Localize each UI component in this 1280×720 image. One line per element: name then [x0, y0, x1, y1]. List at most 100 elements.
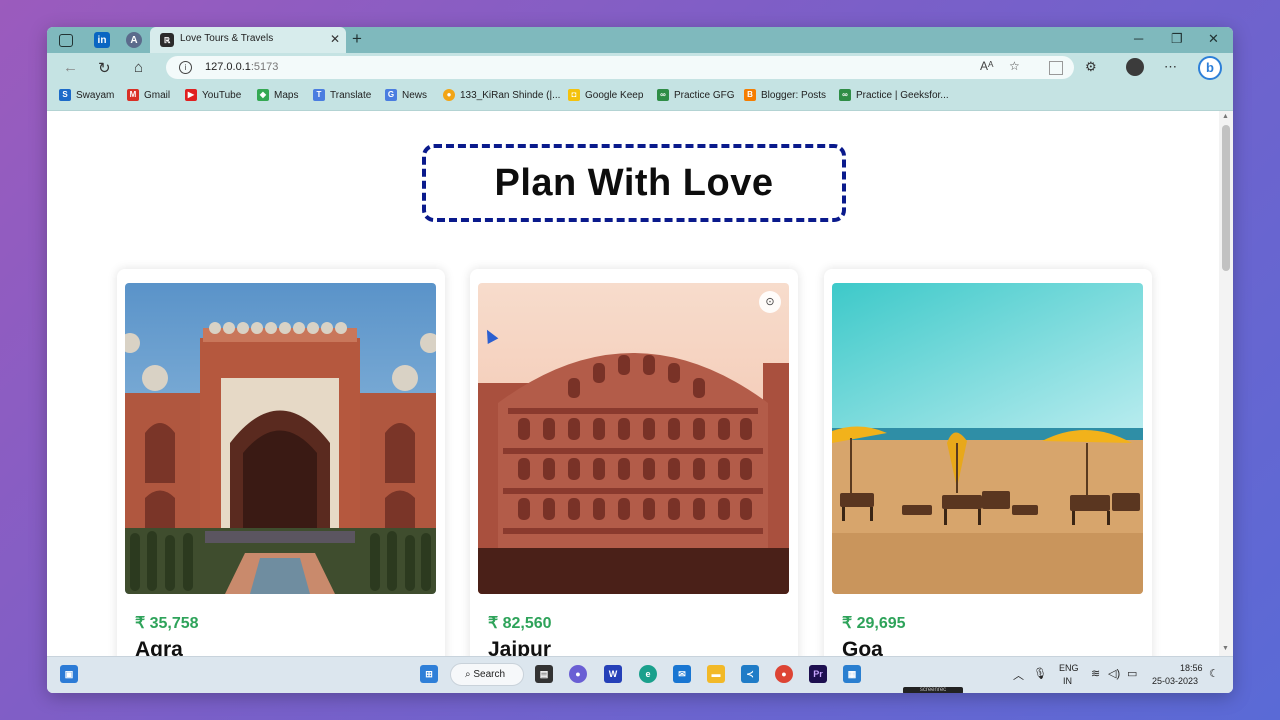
bookmark-practice-gfg[interactable]: ∞ Practice GFG	[657, 89, 735, 101]
bookmark-translate[interactable]: T Translate	[313, 89, 371, 101]
close-tab-icon[interactable]: ✕	[330, 32, 340, 46]
bookmark-maps[interactable]: ◆ Maps	[257, 89, 298, 101]
taj-gate-image	[125, 283, 436, 594]
battery-icon[interactable]: ▭	[1127, 667, 1137, 680]
page-content: Plan With Love ₹ 35,758 Agra ⊙ ₹ 82,560 …	[47, 111, 1219, 656]
tab-favicon-icon: ℝ	[160, 33, 174, 47]
whiteboard-icon[interactable]: W	[604, 665, 622, 683]
swayam-icon: S	[59, 89, 71, 101]
bookmark-blogger[interactable]: B Blogger: Posts	[744, 89, 826, 101]
tour-image-goa	[832, 283, 1143, 594]
tour-card-agra[interactable]: ₹ 35,758 Agra	[117, 269, 445, 656]
task-view-icon[interactable]: ▤	[535, 665, 553, 683]
bookmark-google-keep[interactable]: ◘ Google Keep	[568, 89, 643, 101]
language-indicator-bottom[interactable]: IN	[1063, 676, 1072, 686]
bookmark-label: Maps	[274, 89, 299, 101]
site-info-icon[interactable]: i	[179, 61, 192, 74]
extensions-icon[interactable]: ⚙	[1085, 59, 1097, 75]
premiere-icon[interactable]: Pr	[809, 665, 827, 683]
address-bar[interactable]: i 127.0.0.1:5173 Aᴬ ☆	[166, 56, 1074, 79]
kiran-icon: ●	[443, 89, 455, 101]
gmail-icon: M	[127, 89, 139, 101]
bookmark-label: Blogger: Posts	[761, 89, 827, 101]
pinned-tab-icon[interactable]: A	[126, 32, 142, 48]
minimize-icon[interactable]: ─	[1134, 31, 1143, 46]
scroll-thumb[interactable]	[1222, 125, 1230, 271]
gfg-icon: ∞	[657, 89, 669, 101]
tour-image-jaipur: ⊙	[478, 283, 789, 594]
chat-icon[interactable]: ●	[569, 665, 587, 683]
screenrec-badge: screenrec	[903, 687, 963, 693]
linkedin-tab-icon[interactable]: in	[94, 32, 110, 48]
collections-icon[interactable]	[1049, 61, 1063, 75]
bookmark-news[interactable]: G News	[385, 89, 427, 101]
url-port: :5173	[250, 61, 279, 73]
profile-avatar[interactable]	[1126, 58, 1144, 76]
bookmark-gmail[interactable]: M Gmail	[127, 89, 170, 101]
file-explorer-icon[interactable]: ▬	[707, 665, 725, 683]
microphone-icon[interactable]: 🎙	[1033, 667, 1047, 680]
bookmark-label: News	[402, 89, 428, 101]
youtube-icon: ▶	[185, 89, 197, 101]
favorite-star-icon[interactable]: ☆	[1009, 59, 1020, 73]
clock-time[interactable]: 18:56	[1180, 663, 1203, 673]
back-icon[interactable]: ←	[63, 59, 78, 76]
google-keep-icon: ◘	[568, 89, 580, 101]
tab-love-tours[interactable]: ℝ Love Tours & Travels ✕	[150, 27, 346, 53]
visual-search-icon[interactable]: ⊙	[759, 291, 781, 313]
url-host: 127.0.0.1	[205, 61, 251, 73]
sidebar-toggle-icon[interactable]	[59, 34, 73, 47]
restore-icon[interactable]: ❐	[1171, 31, 1183, 47]
bookmark-label: 133_KiRan Shinde (|...	[460, 89, 561, 101]
scroll-down-icon[interactable]: ▼	[1222, 645, 1229, 652]
bookmark-kiran[interactable]: ● 133_KiRan Shinde (|...	[443, 89, 560, 101]
tour-price: ₹ 82,560	[488, 615, 552, 632]
browser-window: in A ℝ Love Tours & Travels ✕ + ─ ❐ ✕ ← …	[47, 27, 1233, 693]
bookmark-label: YouTube	[202, 89, 242, 101]
more-menu-icon[interactable]: ⋯	[1164, 59, 1177, 75]
gfg-icon: ∞	[839, 89, 851, 101]
bookmark-practice-geeksfor[interactable]: ∞ Practice | Geeksfor...	[839, 89, 949, 101]
vscode-icon[interactable]: ≺	[741, 665, 759, 683]
taskbar-search[interactable]: ⌕ Search	[450, 663, 524, 686]
close-window-icon[interactable]: ✕	[1208, 31, 1219, 47]
url-text[interactable]: 127.0.0.1:5173	[205, 61, 278, 73]
notification-moon-icon[interactable]: ☾	[1209, 667, 1219, 680]
read-aloud-icon[interactable]: Aᴬ	[980, 59, 993, 73]
bookmark-label: Google Keep	[585, 89, 644, 101]
tray-chevron-icon[interactable]: ︿	[1013, 667, 1024, 683]
tour-price: ₹ 35,758	[135, 615, 199, 632]
tour-card-jaipur[interactable]: ⊙ ₹ 82,560 Jaipur	[470, 269, 798, 656]
blogger-icon: B	[744, 89, 756, 101]
chrome-icon[interactable]: ●	[775, 665, 793, 683]
tour-price: ₹ 29,695	[842, 615, 906, 632]
clock-date[interactable]: 25-03-2023	[1152, 676, 1198, 686]
tour-city: Agra	[135, 638, 183, 656]
scroll-up-icon[interactable]: ▲	[1222, 113, 1229, 120]
refresh-icon[interactable]: ↻	[98, 59, 111, 77]
bookmark-youtube[interactable]: ▶ YouTube	[185, 89, 241, 101]
store-icon[interactable]: ▦	[843, 665, 861, 683]
page-scrollbar[interactable]: ▲ ▼	[1219, 111, 1233, 656]
bookmark-label: Gmail	[144, 89, 171, 101]
bookmark-label: Practice GFG	[674, 89, 735, 101]
taskbar-search-label: Search	[473, 669, 506, 680]
mail-icon[interactable]: ✉	[673, 665, 691, 683]
tour-image-agra	[125, 283, 436, 594]
tour-city: Goa	[842, 638, 883, 656]
tab-strip: in A ℝ Love Tours & Travels ✕ + ─ ❐ ✕	[47, 27, 1233, 53]
widgets-icon[interactable]: ▣	[60, 665, 78, 683]
language-indicator-top[interactable]: ENG	[1059, 663, 1079, 673]
maps-icon: ◆	[257, 89, 269, 101]
bookmark-swayam[interactable]: S Swayam	[59, 89, 114, 101]
page-title: Plan With Love	[422, 144, 846, 222]
tour-city: Jaipur	[488, 638, 552, 656]
new-tab-button[interactable]: +	[352, 29, 362, 49]
tour-card-goa[interactable]: ₹ 29,695 Goa	[824, 269, 1152, 656]
volume-icon[interactable]: ◁)	[1108, 667, 1120, 680]
bing-icon[interactable]: b	[1198, 56, 1222, 80]
edge-icon[interactable]: e	[639, 665, 657, 683]
home-icon[interactable]: ⌂	[134, 59, 143, 76]
start-icon[interactable]: ⊞	[420, 665, 438, 683]
wifi-icon[interactable]: ≋	[1091, 667, 1100, 680]
